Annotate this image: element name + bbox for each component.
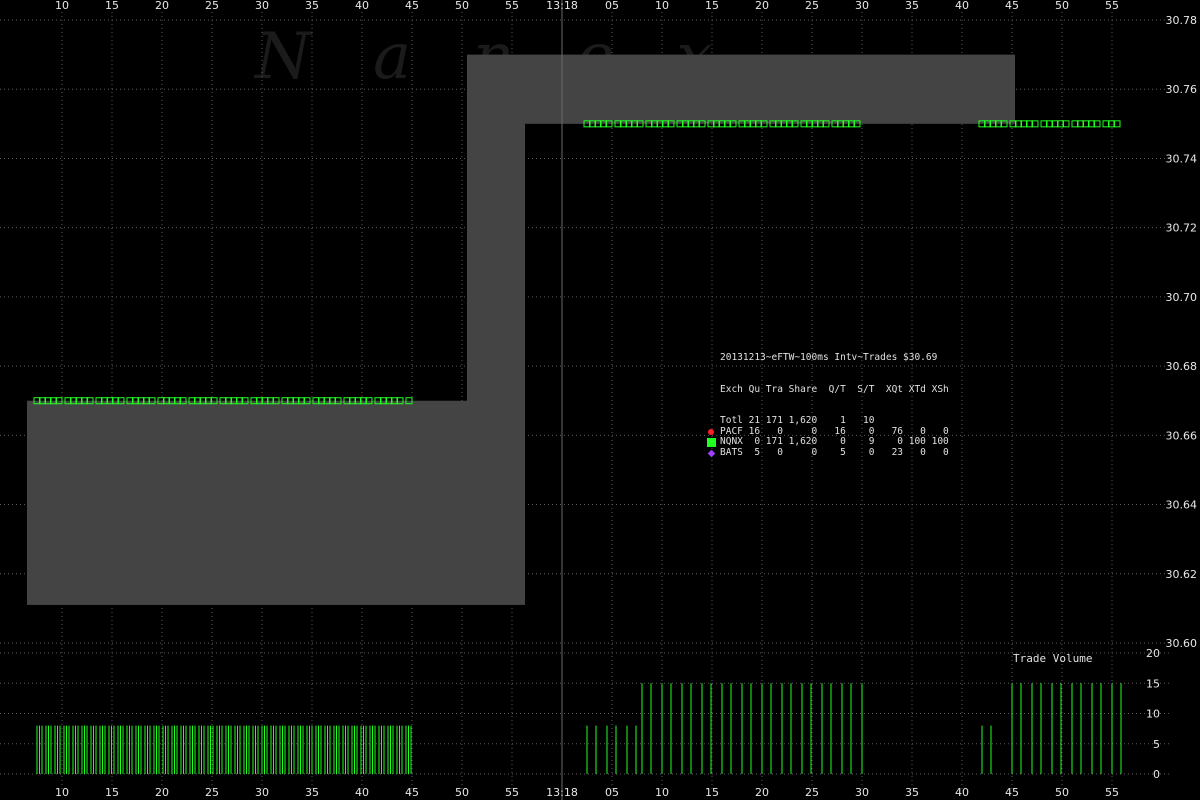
x-tick-label: 50 [1055,786,1069,799]
stats-row: BATS 5 0 0 5 0 23 0 0 [707,446,949,459]
x-tick-label: 50 [1055,0,1069,12]
x-tick-label: 50 [455,786,469,799]
x-tick-label: 40 [355,786,369,799]
volume-tick-label: 5 [1153,738,1160,751]
x-tick-label: 13:18 [546,786,578,799]
x-tick-label: 40 [355,0,369,12]
square-marker-icon [707,438,716,447]
x-tick-label: 30 [855,0,869,12]
y-tick-label: 30.72 [1166,222,1198,235]
y-tick-label: 30.60 [1166,637,1198,650]
x-tick-label: 45 [405,0,419,12]
volume-tick-label: 15 [1146,677,1160,690]
x-tick-label: 10 [55,786,69,799]
bbo-segment [27,400,467,605]
exchange-stats-table: 20131213~eFTW~100ms Intv~Trades $30.69 E… [707,332,949,469]
x-tick-label: 25 [205,786,219,799]
stats-header: Exch Qu Tra Share Q/T S/T XQt XTd XSh [720,383,949,395]
stats-row-text: Totl 21 171 1,620 1 10 [720,415,949,426]
x-tick-label: 55 [1105,0,1119,12]
y-tick-label: 30.78 [1166,14,1198,27]
y-tick-label: 30.74 [1166,152,1198,165]
x-axis-bottom: 10 15 20 25 30 35 40 45 50 55 13:18 05 10 15 20 25 30 35 4… [55,786,1119,799]
x-tick-label: 05 [605,786,619,799]
x-tick-label: 35 [905,0,919,12]
x-tick-label: 10 [55,0,69,12]
y-tick-label: 30.70 [1166,291,1198,304]
trade-markers [33,120,1121,405]
y-tick-label: 30.62 [1166,568,1198,581]
bbo-band [27,54,1015,605]
stats-row-text: BATS 5 0 0 5 0 23 0 0 [720,446,949,458]
x-tick-label: 30 [255,0,269,12]
x-tick-label: 25 [805,0,819,12]
volume-tick-label: 0 [1153,768,1160,781]
x-tick-label: 35 [905,786,919,799]
y-tick-label: 30.68 [1166,360,1198,373]
x-tick-label: 35 [305,0,319,12]
x-tick-label: 55 [505,0,519,12]
x-tick-label: 35 [305,786,319,799]
volume-bars [36,683,1122,774]
diamond-marker-icon [707,449,716,457]
x-tick-label: 15 [105,786,119,799]
trade-chart: Nanex 1015202530354045505513:18051015202… [0,0,1198,800]
x-axis-top: 10 15 20 25 30 35 40 45 50 55 13:18 05 10 15 20 25 30 35 4… [55,0,1119,12]
x-tick-label: 45 [1005,0,1019,12]
x-tick-label: 20 [155,0,169,12]
volume-tick-label: 20 [1146,647,1160,660]
x-tick-label: 15 [705,0,719,12]
x-tick-label: 20 [755,786,769,799]
x-tick-label: 30 [855,786,869,799]
x-tick-label: 40 [955,0,969,12]
stats-title: 20131213~eFTW~100ms Intv~Trades $30.69 [720,352,938,363]
x-tick-label: 45 [1005,786,1019,799]
x-tick-label: 40 [955,786,969,799]
bbo-segment [467,54,525,605]
x-tick-label: 20 [755,0,769,12]
dot-marker-icon [708,428,714,435]
volume-title: Trade Volume [1013,652,1093,665]
x-tick-label: 55 [1105,786,1119,799]
x-tick-label: 25 [805,786,819,799]
x-tick-label: 50 [455,0,469,12]
stats-row-text: NQNX 0 171 1,620 0 9 0 100 100 [720,436,949,447]
x-tick-label: 10 [655,0,669,12]
x-tick-label: 25 [205,0,219,12]
volume-tick-label: 10 [1146,708,1160,721]
x-tick-label: 10 [655,786,669,799]
x-tick-label: 13:18 [546,0,578,12]
y-tick-label: 30.76 [1166,83,1198,96]
x-tick-label: 15 [705,786,719,799]
x-tick-label: 55 [505,786,519,799]
x-tick-label: 30 [255,786,269,799]
x-tick-label: 20 [155,786,169,799]
x-tick-label: 45 [405,786,419,799]
stats-row-text: PACF 16 0 0 16 0 76 0 0 [720,425,949,437]
bbo-segment [525,54,1015,124]
y-tick-label: 30.64 [1166,499,1198,512]
x-tick-label: 05 [605,0,619,12]
y-tick-label: 30.66 [1166,429,1198,442]
volume-axis: 0 5 10 15 20 [1146,647,1160,781]
y-axis: 30.60 30.62 30.64 30.66 30.68 30.70 30.72 30.74… [1166,14,1198,650]
x-tick-label: 15 [105,0,119,12]
